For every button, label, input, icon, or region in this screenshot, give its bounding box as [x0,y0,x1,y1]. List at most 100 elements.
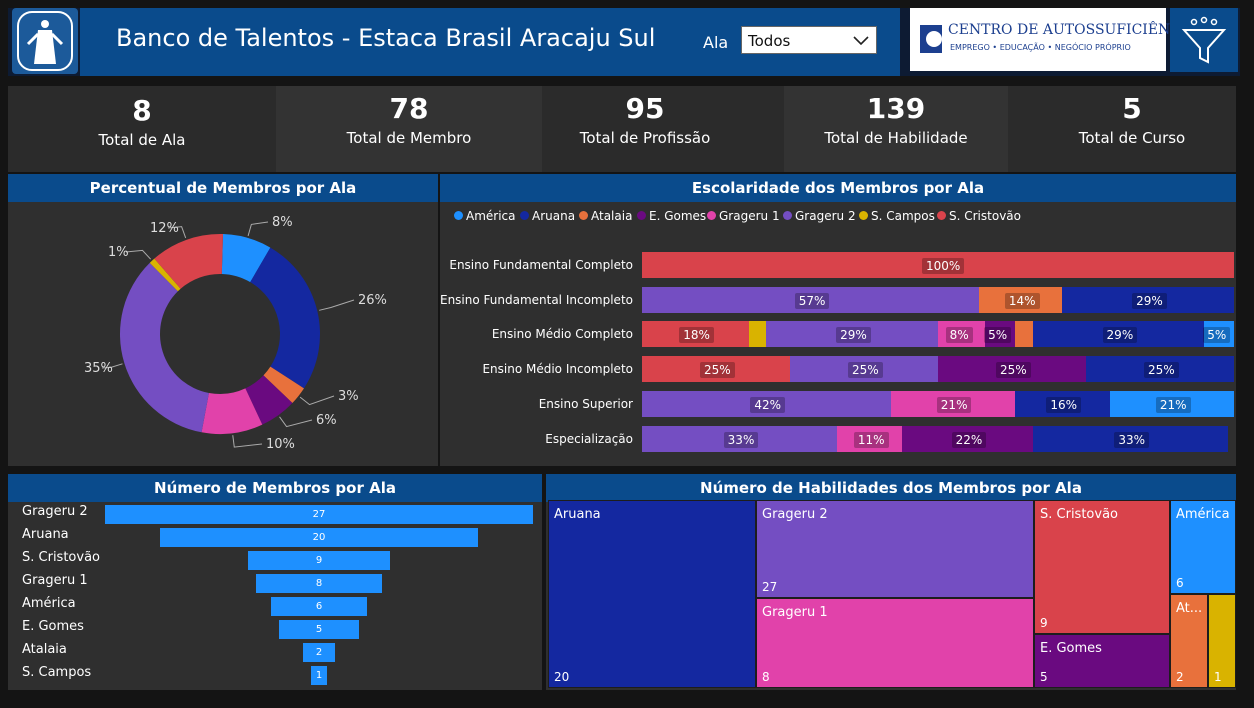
bar-segment-label: 42% [750,397,785,413]
treemap-cell-value: 6 [1176,576,1184,590]
treemap-cell[interactable]: Grageru 1 8 [756,598,1034,688]
legend-dot-icon [707,211,716,220]
legend-label: Atalaia [591,209,633,223]
bar-segment-label: 18% [679,327,714,343]
bar-segment-label: 5% [1203,327,1231,343]
legend-item: Grageru 1 [707,209,780,223]
page-title: Banco de Talentos - Estaca Brasil Aracaj… [116,24,656,52]
filter-funnel-icon [1181,16,1227,64]
treemap-cell[interactable]: At... 2 [1170,594,1208,688]
legend-label: Aruana [532,209,576,223]
cas-logo-title: CENTRO DE AUTOSSUFICIÊNCIA [948,22,1197,38]
legend-item: Grageru 2 [783,209,856,223]
legend-label: Grageru 1 [719,209,780,223]
bar-segment-label: 25% [996,362,1031,378]
treemap-cell-label: E. Gomes [1040,641,1102,656]
centro-autossuficiencia-logo: CENTRO DE AUTOSSUFICIÊNCIA EMPREGO • EDU… [910,8,1197,71]
treemap-cell-value: 5 [1040,670,1048,684]
legend-item: Atalaia [579,209,632,223]
legend-label: Grageru 2 [795,209,856,223]
treemap-cell[interactable]: 1 [1208,594,1236,688]
kpi-label: Total de Curso [1078,129,1186,147]
donut-leader-line [232,435,263,448]
treemap-cell[interactable]: Aruana 20 [548,500,756,688]
treemap-cell-label: At... [1176,601,1203,616]
bar-segment-label: 100% [922,258,965,274]
legend-label: S. Cristovão [949,209,1021,223]
ala-filter-label: Ala [703,33,729,52]
legend-item: E. Gomes [637,209,706,223]
legend-dot-icon [520,211,529,220]
cas-logo-subtitle: EMPREGO • EDUCAÇÃO • NEGÓCIO PRÓPRIO [950,43,1131,52]
legend-dot-icon [783,211,792,220]
treemap-cell-value: 9 [1040,616,1048,630]
donut-slice[interactable] [120,262,209,433]
bar-category-label: Ensino Superior [538,397,633,411]
bar-segment-label: 14% [1004,293,1040,309]
donut-label: 10% [266,437,295,452]
bar-category-label: Ensino Médio Incompleto [482,362,633,376]
chevron-down-icon [852,31,870,53]
donut-label: 12% [150,221,179,236]
donut-title: Percentual de Membros por Ala [8,174,438,202]
treemap-cell[interactable]: S. Cristovão 9 [1034,500,1170,634]
bar-category-label: Ensino Médio Completo [491,327,633,341]
legend-dot-icon [637,211,646,220]
donut-leader-line [299,395,335,406]
treemap-cell-value: 20 [554,670,570,684]
donut-leader-line [319,299,355,311]
treemap-cell-label: Aruana [554,507,601,522]
donut-label: 26% [358,293,387,308]
funnel-category-label: Grageru 2 [22,504,88,519]
treemap-cell-value: 8 [762,670,770,684]
kpi-label: Total de Ala [98,131,186,149]
kpi-total-habilidade: 139 Total de Habilidade [784,86,1008,172]
bar-category-label: Ensino Fundamental Incompleto [439,293,633,307]
kpi-value: 78 [389,92,429,125]
kpi-total-profissao: 95 Total de Profissão [542,86,748,172]
bar-segment-label: 21% [936,397,972,413]
stacked-title: Escolaridade dos Membros por Ala [440,174,1236,202]
treemap-cell[interactable]: Grageru 2 27 [756,500,1034,598]
kpi-value: 139 [866,92,926,125]
funnel-value-label: 27 [312,509,326,520]
bar-category-label: Especialização [545,432,633,446]
treemap-cell-value: 1 [1214,670,1222,684]
bar-segment-label: 25% [700,362,735,378]
treemap-cell-label: S. Cristovão [1040,507,1118,522]
legend-label: S. Campos [871,209,935,223]
legend-item: S. Cristovão [937,209,1021,223]
filter-funnel-button[interactable] [1170,8,1238,72]
bar-segment-label: 33% [1114,432,1150,448]
legend-label: América [466,209,516,223]
kpi-label: Total de Profissão [579,129,711,147]
legend-dot-icon [937,211,946,220]
ala-filter-dropdown[interactable]: Todos [741,26,877,54]
bar-segment-label: 29% [836,327,871,343]
donut-label: 35% [84,361,113,376]
funnel-value-label: 1 [315,670,323,681]
funnel-category-label: S. Campos [22,665,92,680]
legend-dot-icon [454,211,463,220]
kpi-value: 95 [625,92,665,125]
legend-item: América [454,209,516,223]
ala-filter-value: Todos [748,32,791,50]
treemap-cell[interactable]: América 6 [1170,500,1236,594]
donut-label: 6% [316,413,337,428]
legend-dot-icon [579,211,588,220]
donut-label: 1% [108,245,129,260]
kpi-total-ala: 8 Total de Ala [8,86,276,172]
legend-label: E. Gomes [649,209,707,223]
bar-segment[interactable] [1014,321,1033,347]
funnel-category-label: S. Cristovão [22,550,100,565]
funnel-value-label: 6 [315,601,323,612]
donut-slice[interactable] [250,247,320,389]
treemap-cell-value: 27 [762,580,778,594]
bar-segment-label: 16% [1046,397,1081,413]
bar-segment[interactable] [748,321,767,347]
kpi-label: Total de Habilidade [824,129,968,147]
treemap-cell[interactable]: E. Gomes 5 [1034,634,1170,688]
legend-item: S. Campos [859,209,935,223]
donut-label: 3% [338,389,359,404]
funnel-category-label: América [22,596,76,611]
